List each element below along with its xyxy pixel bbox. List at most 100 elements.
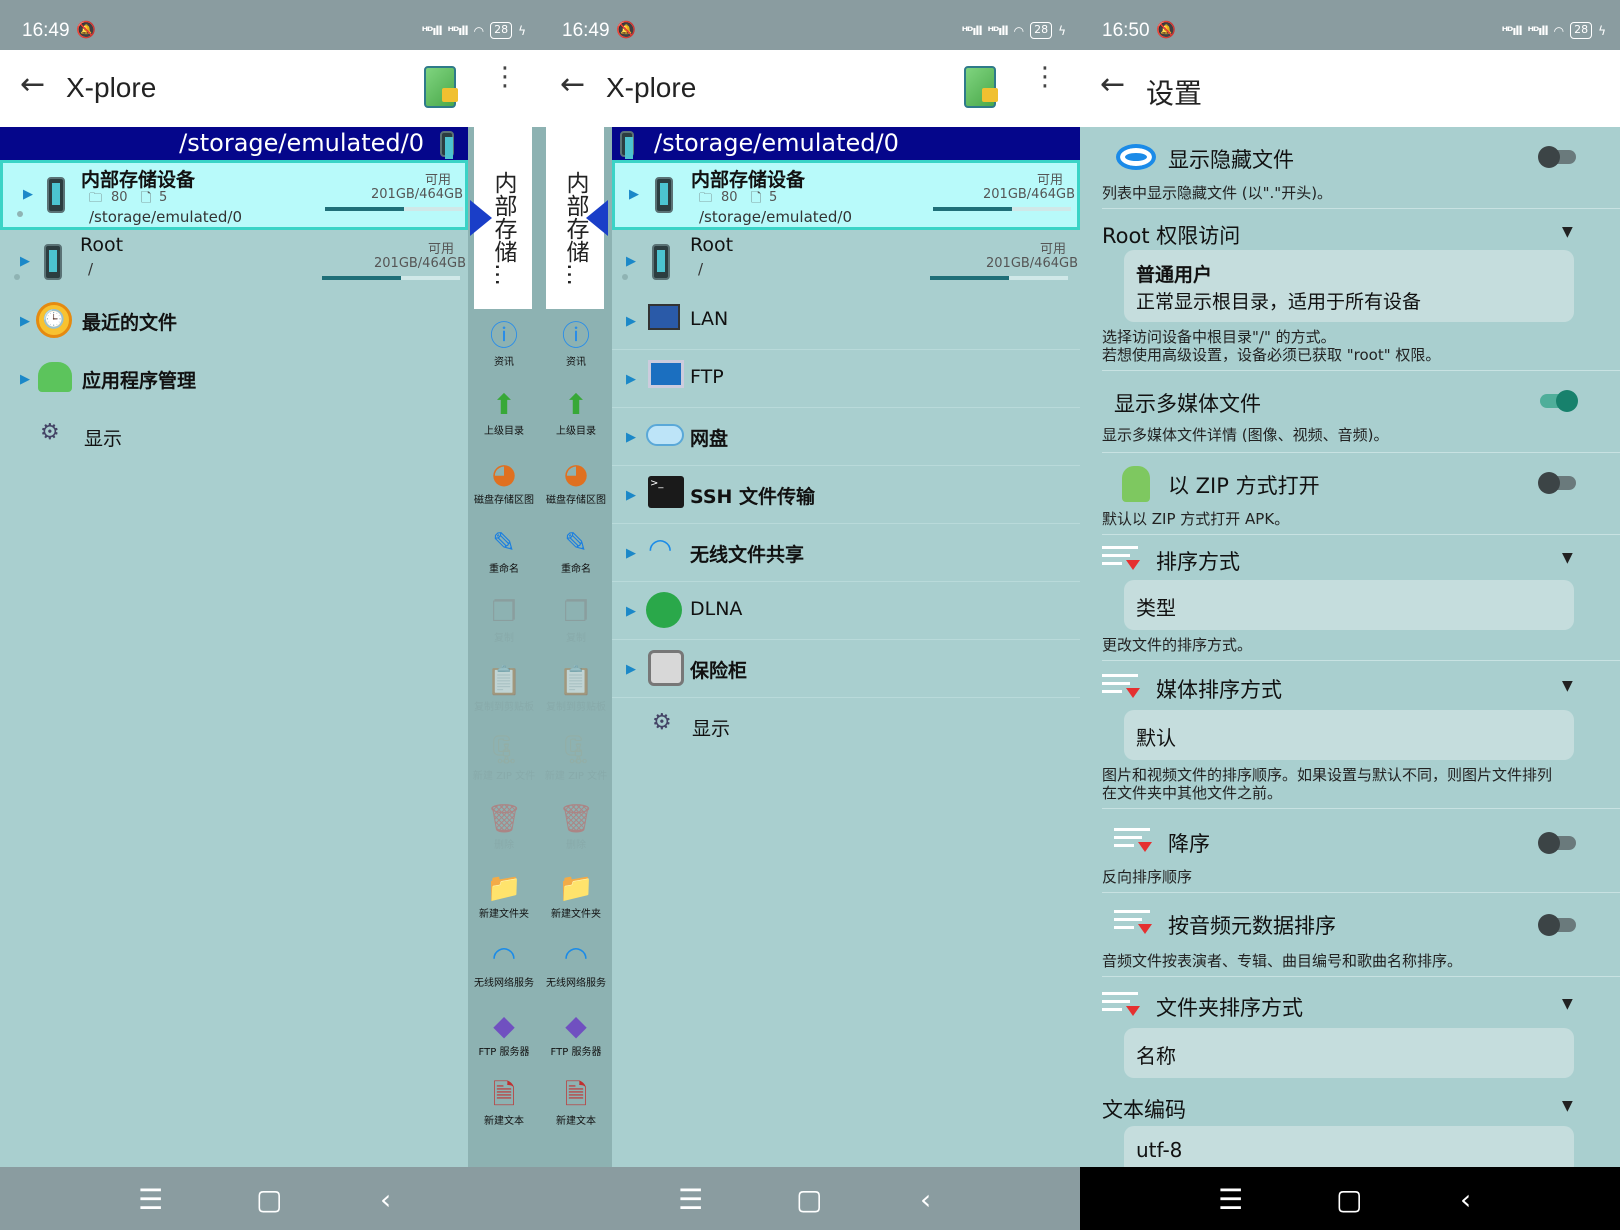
tool-new-text[interactable]: 🗎 新建文本 <box>468 1072 540 1142</box>
back-arrow-icon[interactable]: ← <box>20 70 45 100</box>
back-nav-icon[interactable]: ‹ <box>920 1183 931 1216</box>
dual-pane-icon[interactable] <box>964 66 998 108</box>
expand-arrow-icon[interactable]: ▶ <box>20 372 30 387</box>
tool-wifi[interactable]: ◠ 无线网络服务 <box>540 934 612 1004</box>
home-nav-icon[interactable]: ▢ <box>796 1183 822 1216</box>
sort-mode-value[interactable]: 类型 <box>1124 580 1574 630</box>
menu-nav-icon[interactable]: ☰ <box>1218 1183 1243 1216</box>
dropdown-arrow-icon[interactable]: ▼ <box>1562 996 1573 1012</box>
tool-ftp-server[interactable]: ◆ FTP 服务器 <box>540 1003 612 1073</box>
dropdown-arrow-icon[interactable]: ▼ <box>1562 550 1573 566</box>
tool-disk-map[interactable]: ◕ 磁盘存储区图 <box>468 451 540 521</box>
back-nav-icon[interactable]: ‹ <box>380 1183 391 1216</box>
descending-toggle[interactable] <box>1538 832 1576 854</box>
expand-arrow-icon[interactable]: ▶ <box>626 488 636 503</box>
tool-strip: 内部存储… ⓘ 资讯 ⬆ 上级目录 ◕ 磁盘存储区图 ✎ 重命名 ❐ 复制 📋 复制到剪贴板 🗜 新建 Z… <box>468 127 612 1167</box>
internal-storage-row[interactable]: ▶ 内部存储设备 🗀 80 🗋 5 /storage/emulated/0 可用… <box>612 160 1080 230</box>
vault-row[interactable]: ▶ 保险柜 <box>612 640 1080 698</box>
zip-icon: 🗜 <box>486 733 522 766</box>
show-media-toggle[interactable] <box>1540 390 1578 412</box>
tool-label: 删除 <box>566 840 586 851</box>
root-row[interactable]: ▶ Root / 可用 201GB/464GB <box>612 232 1080 290</box>
copy-icon: ❐ <box>491 595 517 628</box>
tool-rename[interactable]: ✎ 重命名 <box>540 520 612 590</box>
app-manager-row[interactable]: ▶ 应用程序管理 <box>0 350 468 408</box>
home-nav-icon[interactable]: ▢ <box>256 1183 282 1216</box>
ftp-row[interactable]: ▶ FTP <box>612 350 1080 408</box>
show-hidden-toggle[interactable] <box>1538 146 1576 168</box>
tool-new-folder[interactable]: 📁 新建文件夹 <box>468 865 540 935</box>
mute-icon: 🔕 <box>1156 20 1176 39</box>
ssh-row[interactable]: ▶ >_ SSH 文件传输 <box>612 466 1080 524</box>
tool-label: 上级目录 <box>484 426 524 437</box>
home-nav-icon[interactable]: ▢ <box>1336 1183 1362 1216</box>
expand-arrow-icon[interactable]: ▶ <box>626 546 636 561</box>
folder-sort-value[interactable]: 名称 <box>1124 1028 1574 1078</box>
tool-label: 重命名 <box>489 564 519 575</box>
tool-trash[interactable]: 🗑 删除 <box>468 796 540 866</box>
wifi-share-row[interactable]: ▶ ◠ 无线文件共享 <box>612 524 1080 582</box>
back-arrow-icon[interactable]: ← <box>1100 70 1125 100</box>
recent-files-row[interactable]: ▶ 🕒 最近的文件 <box>0 292 468 350</box>
expand-arrow-icon[interactable]: ▶ <box>20 314 30 329</box>
dropdown-arrow-icon[interactable]: ▼ <box>1562 224 1573 240</box>
tool-disk-map[interactable]: ◕ 磁盘存储区图 <box>540 451 612 521</box>
tool-label: 新建文件夹 <box>551 909 601 920</box>
tool-rename[interactable]: ✎ 重命名 <box>468 520 540 590</box>
tool-zip[interactable]: 🗜 新建 ZIP 文件 <box>540 727 612 797</box>
tool-new-folder[interactable]: 📁 新建文件夹 <box>540 865 612 935</box>
root-access-value[interactable]: 普通用户 正常显示根目录，适用于所有设备 <box>1124 250 1574 322</box>
menu-nav-icon[interactable]: ☰ <box>138 1183 163 1216</box>
tool-clipboard[interactable]: 📋 复制到剪贴板 <box>540 658 612 728</box>
expand-arrow-icon[interactable]: ▶ <box>626 430 636 445</box>
cloud-row[interactable]: ▶ 网盘 <box>612 408 1080 466</box>
expand-arrow-icon[interactable]: ▶ <box>626 314 636 329</box>
tool-up-arrow[interactable]: ⬆ 上级目录 <box>540 382 612 452</box>
root-path: / <box>698 260 704 278</box>
lan-row[interactable]: ▶ LAN <box>612 292 1080 350</box>
copy-left-arrow-icon[interactable] <box>470 200 492 236</box>
dual-pane-icon[interactable] <box>424 66 458 108</box>
back-arrow-icon[interactable]: ← <box>560 70 585 100</box>
expand-arrow-icon[interactable]: ▶ <box>23 187 33 202</box>
available-label: 可用 <box>1039 242 1066 257</box>
menu-nav-icon[interactable]: ☰ <box>678 1183 703 1216</box>
tool-new-text[interactable]: 🗎 新建文本 <box>540 1072 612 1142</box>
copy-right-arrow-icon[interactable] <box>586 200 608 236</box>
expand-arrow-icon[interactable]: ▶ <box>626 254 636 269</box>
zip-icon: 🗜 <box>558 733 594 766</box>
tool-clipboard[interactable]: 📋 复制到剪贴板 <box>468 658 540 728</box>
tool-copy[interactable]: ❐ 复制 <box>540 589 612 659</box>
tool-label: 复制到剪贴板 <box>546 702 606 713</box>
more-options-icon[interactable]: ⋮ <box>492 64 518 90</box>
internal-storage-row[interactable]: ▶ 内部存储设备 🗀 80 🗋 5 /storage/emulated/0 可用… <box>0 160 468 230</box>
tool-wifi[interactable]: ◠ 无线网络服务 <box>468 934 540 1004</box>
more-options-icon[interactable]: ⋮ <box>1032 64 1058 90</box>
expand-arrow-icon[interactable]: ▶ <box>629 187 639 202</box>
tool-ftp-server[interactable]: ◆ FTP 服务器 <box>468 1003 540 1073</box>
zip-open-toggle[interactable] <box>1538 472 1576 494</box>
expand-arrow-icon[interactable]: ▶ <box>626 662 636 677</box>
clipboard-icon: 📋 <box>558 664 594 697</box>
tool-up-arrow[interactable]: ⬆ 上级目录 <box>468 382 540 452</box>
display-row[interactable]: ⚙ 显示 <box>0 408 468 466</box>
dlna-row[interactable]: ▶ DLNA <box>612 582 1080 640</box>
media-sort-value[interactable]: 默认 <box>1124 710 1574 760</box>
audio-meta-toggle[interactable] <box>1538 914 1576 936</box>
folder-count: 80 <box>721 190 738 205</box>
root-row[interactable]: ▶ Root / 可用 201GB/464GB <box>0 232 468 290</box>
tool-copy[interactable]: ❐ 复制 <box>468 589 540 659</box>
expand-arrow-icon[interactable]: ▶ <box>626 604 636 619</box>
back-nav-icon[interactable]: ‹ <box>1460 1183 1471 1216</box>
tool-trash[interactable]: 🗑 删除 <box>540 796 612 866</box>
tool-zip[interactable]: 🗜 新建 ZIP 文件 <box>468 727 540 797</box>
dropdown-arrow-icon[interactable]: ▼ <box>1562 1098 1573 1114</box>
tool-info[interactable]: ⓘ 资讯 <box>468 313 540 383</box>
display-row[interactable]: ⚙ 显示 <box>612 698 1080 756</box>
expand-arrow-icon[interactable]: ▶ <box>20 254 30 269</box>
dropdown-arrow-icon[interactable]: ▼ <box>1562 678 1573 694</box>
vault-label: 保险柜 <box>690 660 748 682</box>
tool-info[interactable]: ⓘ 资讯 <box>540 313 612 383</box>
expand-arrow-icon[interactable]: ▶ <box>626 372 636 387</box>
app-manager-label: 应用程序管理 <box>82 370 197 392</box>
